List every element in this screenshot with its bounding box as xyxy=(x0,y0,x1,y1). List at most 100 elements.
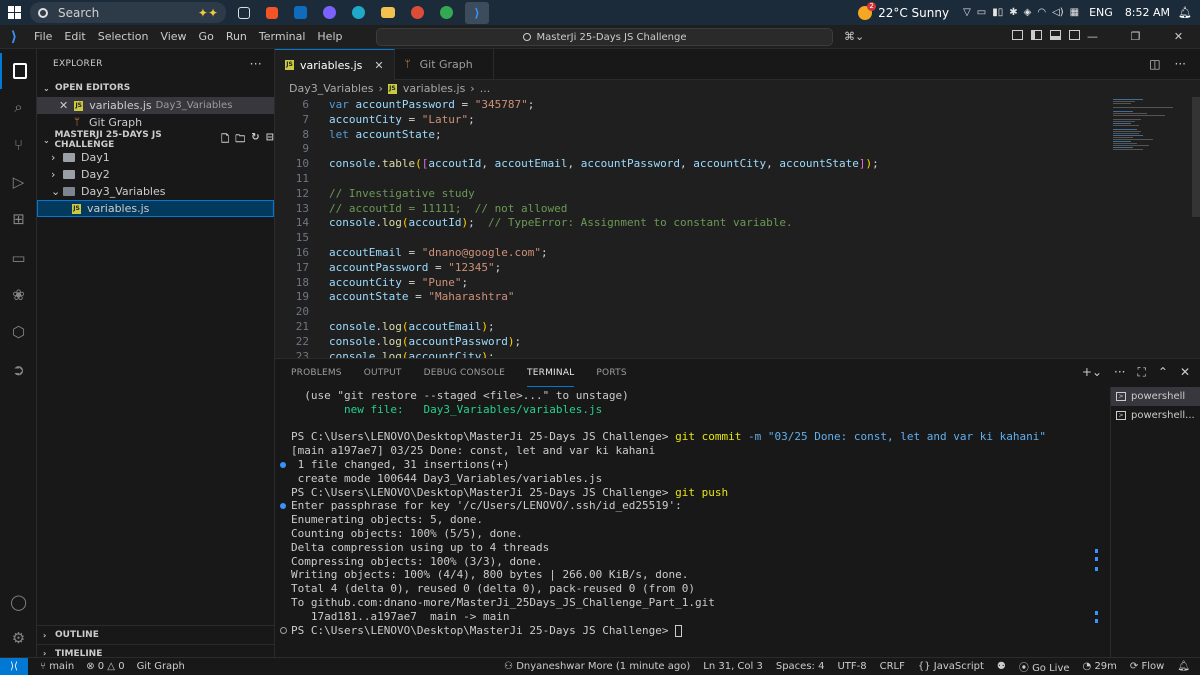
more-actions-icon[interactable]: ··· xyxy=(250,57,262,71)
close-icon[interactable]: ✕ xyxy=(59,99,68,112)
wifi-icon[interactable]: ◠ xyxy=(1037,7,1046,18)
notifications-bell-icon[interactable]: 🔔︎ xyxy=(1177,661,1190,672)
code-line[interactable]: 20 xyxy=(275,304,329,319)
remote-indicator-icon[interactable]: ⟩⟨ xyxy=(0,657,28,675)
close-panel-icon[interactable]: ✕ xyxy=(1180,365,1190,380)
notification-bell-icon[interactable]: 🔔︎ xyxy=(1178,6,1192,19)
new-folder-icon[interactable]: 🗀︎ xyxy=(235,132,245,149)
code-line[interactable]: 18 accountCity = "Pune"; xyxy=(275,275,468,290)
copilot-chat-icon[interactable]: ⌘⌄ xyxy=(844,30,864,43)
menu-go[interactable]: Go xyxy=(193,30,220,43)
go-live-button[interactable]: ⦿ Go Live xyxy=(1019,659,1070,674)
encoding-status[interactable]: UTF-8 xyxy=(837,661,866,672)
toggle-panel-icon[interactable] xyxy=(1050,30,1061,40)
flow-status[interactable]: ⟳ Flow xyxy=(1130,661,1164,672)
weather-text[interactable]: 22°C Sunny xyxy=(878,6,949,20)
vscode-app-icon[interactable]: ⟩ xyxy=(465,1,489,24)
code-line[interactable]: 12 // Investigative study xyxy=(275,186,475,201)
run-debug-icon[interactable]: ▷ xyxy=(0,164,37,200)
chevron-up-icon[interactable]: ⌃ xyxy=(1158,365,1168,380)
terminal-item-powershell-2[interactable]: > powershell... xyxy=(1111,406,1200,425)
git-graph-status[interactable]: Git Graph xyxy=(137,661,185,672)
maximize-panel-icon[interactable]: ⛶ xyxy=(1137,365,1145,380)
menu-edit[interactable]: Edit xyxy=(58,30,91,43)
code-line[interactable]: 23 console.log(accountCity); xyxy=(275,349,495,358)
refresh-icon[interactable]: ↻ xyxy=(251,132,259,149)
code-line[interactable]: 22 console.log(accountPassword); xyxy=(275,334,521,349)
settings-gear-icon[interactable]: ⚙ xyxy=(0,620,37,656)
git-blame-status[interactable]: ⚇ Dnyaneshwar More (1 minute ago) xyxy=(504,661,690,672)
minimize-icon[interactable]: — xyxy=(1071,25,1114,49)
chrome-app-icon[interactable] xyxy=(411,6,424,19)
outline-section[interactable]: › OUTLINE xyxy=(37,626,275,644)
chrome-app-2-icon[interactable] xyxy=(440,6,453,19)
containers-icon[interactable]: ⬡ xyxy=(0,314,37,350)
outlook-app-icon[interactable] xyxy=(294,6,307,19)
tab-terminal[interactable]: TERMINAL xyxy=(527,359,575,387)
new-terminal-icon[interactable]: +⌄ xyxy=(1082,365,1102,380)
tab-problems[interactable]: PROBLEMS xyxy=(291,359,342,387)
more-actions-icon[interactable]: ··· xyxy=(1175,57,1186,71)
menu-file[interactable]: File xyxy=(28,30,58,43)
menu-selection[interactable]: Selection xyxy=(92,30,155,43)
close-icon[interactable]: ✕ xyxy=(374,59,383,72)
copilot-status-icon[interactable]: ⚉ xyxy=(997,661,1006,672)
code-line[interactable]: 16 accoutEmail = "dnano@google.com"; xyxy=(275,245,548,260)
taskbar-search-box[interactable]: Search ✦✦ xyxy=(30,2,226,23)
tree-folder-day2[interactable]: › Day2 xyxy=(37,166,274,183)
workspace-section[interactable]: ⌄ MASTERJI 25-DAYS JS CHALLENGE 🗋︎ 🗀︎ ↻ … xyxy=(37,130,274,150)
cursor-position[interactable]: Ln 31, Col 3 xyxy=(703,661,763,672)
paw-extension-icon[interactable]: ❀ xyxy=(0,277,37,313)
tab-variables-js[interactable]: JS variables.js ✕ xyxy=(275,49,395,80)
terminal-item-powershell-1[interactable]: > powershell xyxy=(1111,387,1200,406)
tab-debug-console[interactable]: DEBUG CONSOLE xyxy=(424,359,505,387)
remote-explorer-icon[interactable]: ▭ xyxy=(0,240,37,276)
code-line[interactable]: 11 xyxy=(275,171,329,186)
command-pending-icon[interactable] xyxy=(280,626,287,634)
customize-layout-icon[interactable] xyxy=(1012,30,1023,40)
open-editor-item-variables-js[interactable]: ✕ JS variables.js Day3_Variables xyxy=(37,97,274,114)
code-line[interactable]: 19 accountState = "Maharashtra" xyxy=(275,289,515,304)
accounts-icon[interactable]: ◯ xyxy=(0,584,37,620)
tray-app-icon[interactable]: ◈ xyxy=(1024,7,1032,18)
menu-terminal[interactable]: Terminal xyxy=(253,30,312,43)
wakatime-status[interactable]: ◔ 29m xyxy=(1083,661,1117,672)
tab-ports[interactable]: PORTS xyxy=(596,359,626,387)
menu-run[interactable]: Run xyxy=(220,30,253,43)
copilot-app-icon[interactable] xyxy=(323,6,336,19)
code-line[interactable]: 14 console.log(accoutId); // TypeError: A… xyxy=(275,215,793,230)
code-line[interactable]: 17 accountPassword = "12345"; xyxy=(275,260,501,275)
code-line[interactable]: 6 var accountPassword = "345787"; xyxy=(275,97,534,112)
code-line[interactable]: 7 accountCity = "Latur"; xyxy=(275,112,474,127)
more-actions-icon[interactable]: ··· xyxy=(1114,365,1125,380)
editor-scrollbar[interactable] xyxy=(1192,97,1200,217)
widgets-app-icon[interactable] xyxy=(238,6,250,19)
weather-sun-icon[interactable]: 2 xyxy=(858,1,877,20)
code-line[interactable]: 13 // accoutId = 11111; // not allowed xyxy=(275,201,568,216)
terminal-output[interactable]: (use "git restore --staged <file>..." to… xyxy=(275,389,1105,658)
tree-file-variables-js[interactable]: JS variables.js xyxy=(37,200,274,217)
code-editor[interactable]: 6 var accountPassword = "345787"; 7 account… xyxy=(275,97,1200,358)
breadcrumb-folder[interactable]: Day3_Variables xyxy=(289,82,374,95)
tree-folder-day3-variables[interactable]: ⌄ Day3_Variables xyxy=(37,183,274,200)
tab-output[interactable]: OUTPUT xyxy=(364,359,402,387)
explorer-icon[interactable] xyxy=(0,53,37,89)
menu-view[interactable]: View xyxy=(154,30,192,43)
battery-icon[interactable]: ▮▯ xyxy=(992,7,1003,18)
code-line[interactable]: 15 xyxy=(275,230,329,245)
collapse-all-icon[interactable]: ⊟ xyxy=(266,132,274,149)
indentation-status[interactable]: Spaces: 4 xyxy=(776,661,825,672)
language-indicator[interactable]: ENG xyxy=(1089,6,1113,19)
language-mode[interactable]: {} JavaScript xyxy=(918,661,984,672)
windows-start-button[interactable] xyxy=(0,0,28,25)
command-decoration-icon[interactable] xyxy=(280,503,286,510)
close-window-icon[interactable]: ✕ xyxy=(1157,25,1200,49)
search-view-icon[interactable]: ⌕ xyxy=(0,89,37,125)
live-share-icon[interactable]: ➲ xyxy=(0,352,37,388)
volume-icon[interactable]: ◁) xyxy=(1052,7,1064,18)
keyboard-icon[interactable]: ▦ xyxy=(1070,7,1079,18)
store-app-icon[interactable] xyxy=(266,6,278,19)
code-line[interactable]: 21 console.log(accoutEmail); xyxy=(275,319,495,334)
problems-indicator[interactable]: ⊗ 0 △ 0 xyxy=(86,661,124,672)
file-explorer-app-icon[interactable] xyxy=(381,7,395,18)
